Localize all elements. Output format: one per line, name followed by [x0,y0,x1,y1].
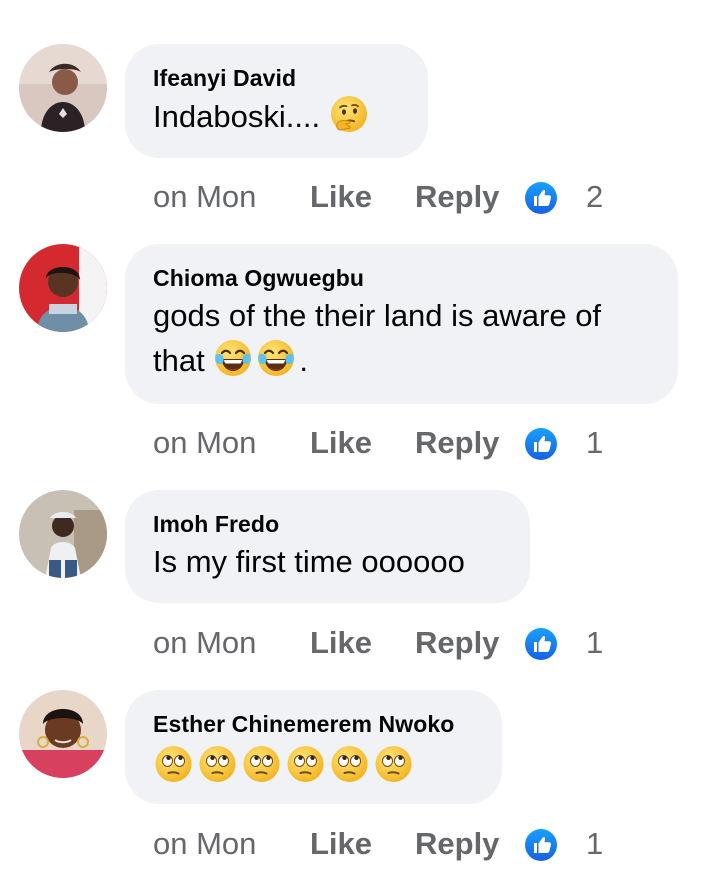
reply-button[interactable]: Reply [415,623,499,663]
comment-text: Is my first time oooooo [153,544,465,579]
tears-of-joy-icon [256,338,296,378]
comment-text: Indaboski.... [153,94,400,139]
comment-author[interactable]: Esther Chinemerem Nwoko [153,710,474,738]
comment-bubble: Imoh Fredo Is my first time oooooo [125,490,530,603]
like-reaction-icon[interactable] [525,428,557,460]
like-button[interactable]: Like [310,623,372,663]
comment-timestamp[interactable]: on Mon [153,423,256,463]
reply-button[interactable]: Reply [415,824,499,864]
reply-button[interactable]: Reply [415,423,499,463]
like-button[interactable]: Like [310,177,372,217]
reaction-count[interactable]: 2 [586,177,603,217]
rolling-eyes-icon [197,744,238,784]
avatar[interactable] [19,490,107,578]
comment-text: gods of the their land is aware of that … [153,294,650,383]
reply-button[interactable]: Reply [415,177,499,217]
comment-bubble: Esther Chinemerem Nwoko [125,690,502,804]
comment-timestamp[interactable]: on Mon [153,623,256,663]
reaction-count[interactable]: 1 [586,623,603,663]
rolling-eyes-icon [329,744,370,784]
comment-text-content: Indaboski.... [153,99,321,134]
avatar[interactable] [19,244,107,332]
like-reaction-icon[interactable] [525,628,557,660]
like-button[interactable]: Like [310,824,372,864]
reaction-count[interactable]: 1 [586,824,603,864]
rolling-eyes-icon [241,744,282,784]
comment-timestamp[interactable]: on Mon [153,824,256,864]
comment-text-line: that . [153,338,650,383]
rolling-eyes-icon [153,744,194,784]
avatar[interactable] [19,690,107,778]
reaction-count[interactable]: 1 [586,423,603,463]
thinking-face-icon [329,94,369,134]
comment-text [153,744,474,789]
comment-author[interactable]: Chioma Ogwuegbu [153,264,650,292]
comment-text-content: that [153,343,205,378]
comment-text-content: . [299,343,308,378]
comment-timestamp[interactable]: on Mon [153,177,256,217]
rolling-eyes-icon [373,744,414,784]
like-reaction-icon[interactable] [525,182,557,214]
avatar[interactable] [19,44,107,132]
tears-of-joy-icon [213,338,253,378]
rolling-eyes-icon [285,744,326,784]
comment-author[interactable]: Ifeanyi David [153,64,400,92]
like-reaction-icon[interactable] [525,829,557,861]
comment-author[interactable]: Imoh Fredo [153,510,502,538]
comment-text-line: gods of the their land is aware of [153,298,602,333]
comment-bubble: Ifeanyi David Indaboski.... [125,44,428,158]
comment-bubble: Chioma Ogwuegbu gods of the their land i… [125,244,678,404]
like-button[interactable]: Like [310,423,372,463]
